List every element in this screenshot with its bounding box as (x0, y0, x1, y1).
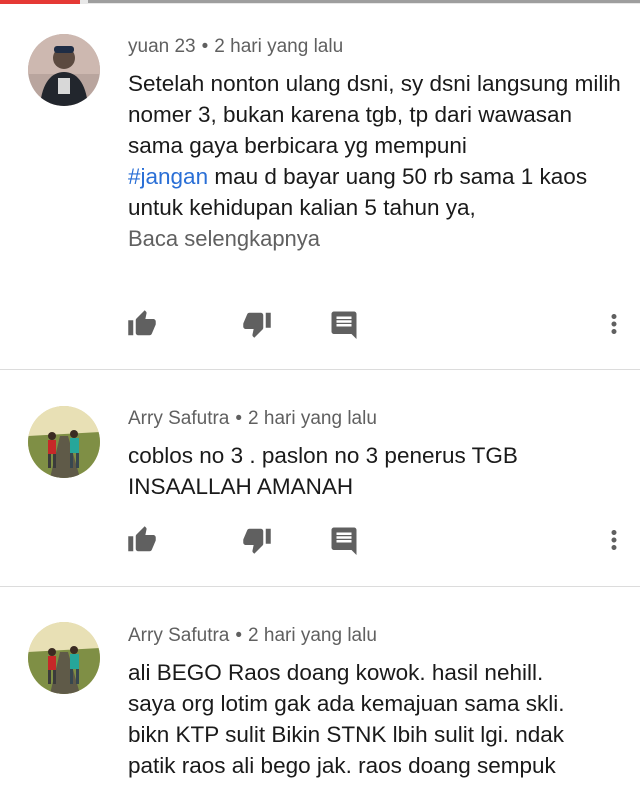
comment-meta: yuan 23 • 2 hari yang lalu (128, 36, 343, 58)
read-more-link[interactable]: Baca selengkapnya (128, 226, 320, 252)
hashtag-link[interactable]: #jangan (128, 164, 208, 189)
author-name[interactable]: yuan 23 (128, 36, 196, 57)
dislike-button[interactable] (239, 522, 275, 558)
avatar-image-icon (28, 34, 100, 106)
comment-menu-button[interactable] (596, 522, 632, 558)
comment-time: 2 hari yang lalu (248, 408, 377, 429)
comment-meta: Arry Safutra • 2 hari yang lalu (128, 625, 377, 647)
like-button[interactable] (124, 306, 160, 342)
author-name[interactable]: Arry Safutra (128, 408, 229, 429)
comment-actions (0, 306, 640, 346)
comment-text-part: Setelah nonton ulang dsni, sy dsni langs… (128, 71, 621, 158)
thumbs-up-icon (128, 526, 156, 552)
comment-divider (0, 369, 640, 370)
avatar-image-icon (28, 406, 100, 478)
avatar[interactable] (28, 34, 100, 106)
top-video-strip (88, 0, 640, 3)
more-vert-icon (611, 314, 617, 334)
meta-separator: • (235, 408, 243, 429)
reply-icon (331, 311, 357, 339)
thumbs-down-icon (243, 528, 271, 554)
thumbs-up-icon (128, 310, 156, 336)
comment-text: coblos no 3 . paslon no 3 penerus TGB IN… (128, 443, 518, 499)
comment-time: 2 hari yang lalu (214, 36, 344, 57)
comment-menu-button[interactable] (596, 306, 632, 342)
avatar[interactable] (28, 622, 100, 694)
comment-time: 2 hari yang lalu (248, 625, 377, 646)
comment-meta: Arry Safutra • 2 hari yang lalu (128, 408, 377, 430)
meta-separator: • (235, 625, 243, 646)
top-accent-bar (0, 0, 80, 4)
like-button[interactable] (124, 522, 160, 558)
dislike-button[interactable] (239, 306, 275, 342)
top-progress-bar (0, 0, 640, 4)
comment-divider (0, 586, 640, 587)
reply-button[interactable] (326, 306, 362, 342)
more-vert-icon (611, 530, 617, 550)
avatar[interactable] (28, 406, 100, 478)
avatar-image-icon (28, 622, 100, 694)
comment-text: Setelah nonton ulang dsni, sy dsni langs… (128, 68, 628, 223)
author-name[interactable]: Arry Safutra (128, 625, 229, 646)
reply-button[interactable] (326, 522, 362, 558)
comment-text: ali BEGO Raos doang kowok. hasil nehill.… (128, 660, 565, 778)
thumbs-down-icon (243, 312, 271, 338)
comment-actions (0, 522, 640, 562)
reply-icon (331, 527, 357, 555)
meta-separator: • (201, 36, 209, 57)
